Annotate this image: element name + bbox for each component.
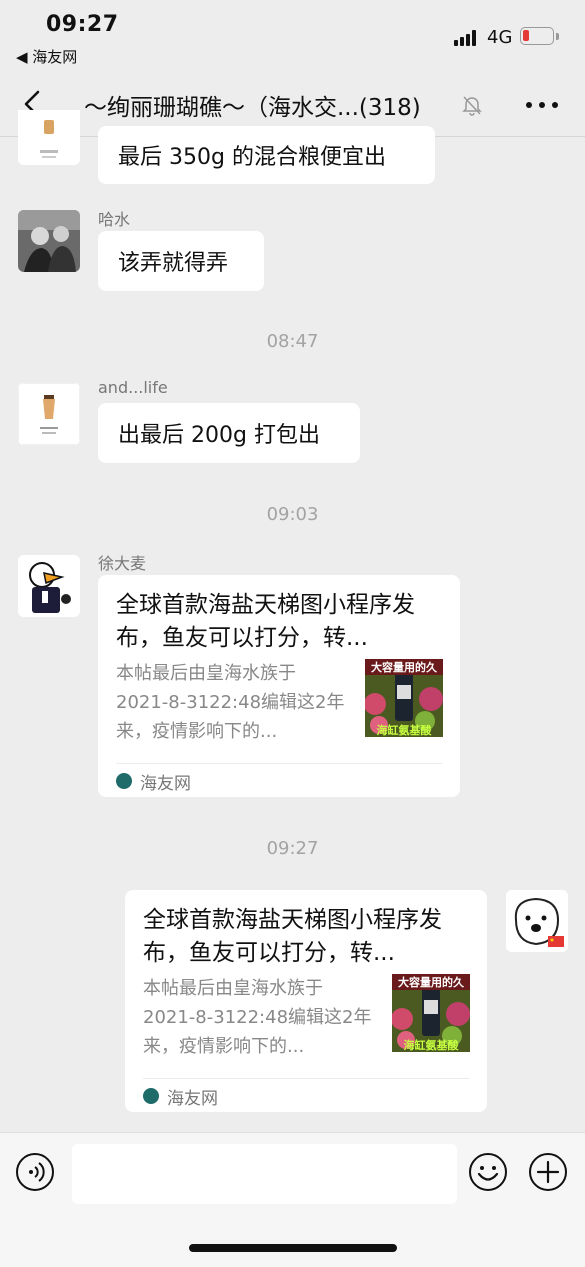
sender-name: 徐大麦 [98,554,147,573]
message-input[interactable] [72,1144,457,1204]
chat-title: ～绚丽珊瑚礁～（海水交...(318) [84,95,421,121]
home-indicator[interactable] [189,1244,397,1252]
smiley-icon [477,1166,499,1181]
link-card[interactable]: 全球首款海盐天梯图小程序发布，鱼友可以打分，转... 本帖最后由皇海水族于202… [125,890,487,1112]
avatar[interactable] [18,555,80,617]
more-button[interactable] [524,95,560,115]
sender-name: 哈水 [98,210,131,229]
thumb-bottom-text: 海缸氨基酸 [377,723,433,737]
message-bubble[interactable]: 最后 350g 的混合粮便宜出 [98,126,435,184]
thumb-bottom-text: 海缸氨基酸 [404,1038,460,1052]
message-bubble[interactable]: 该弄就得弄 [98,231,264,291]
source-logo-icon [116,773,132,789]
thumb-banner-text: 大容量用的久 [371,660,438,674]
voice-button[interactable] [16,1153,54,1191]
plus-icon [536,1160,560,1184]
card-description: 本帖最后由皇海水族于2021-8-3122:48编辑这2年来，疫情影响下的... [143,978,372,1057]
voice-icon [29,1162,45,1182]
network-type: 4G [487,27,513,48]
timestamp: 08:47 [266,331,319,352]
avatar[interactable] [18,383,80,445]
mute-bell-icon [461,94,483,116]
card-source: 海友网 [167,1089,218,1109]
timestamp: 09:03 [266,504,319,525]
plus-button[interactable] [529,1153,567,1191]
card-thumbnail: 大容量用的久 海缸氨基酸 [392,974,470,1052]
emoji-button[interactable] [469,1153,507,1191]
avatar[interactable] [18,210,80,272]
battery-tip [556,33,559,40]
thumb-banner-text: 大容量用的久 [398,975,465,989]
my-avatar[interactable] [506,890,568,952]
status-time: 09:27 [46,12,119,37]
card-divider [143,1078,469,1079]
battery-icon [520,27,554,45]
timestamp: 09:27 [266,838,319,859]
card-divider [116,763,442,764]
card-title: 全球首款海盐天梯图小程序发布，鱼友可以打分，转... [143,907,442,966]
link-card[interactable]: 全球首款海盐天梯图小程序发布，鱼友可以打分，转... 本帖最后由皇海水族于202… [98,575,460,797]
card-title: 全球首款海盐天梯图小程序发布，鱼友可以打分，转... [116,592,415,651]
message-bubble[interactable]: 出最后 200g 打包出 [98,403,360,463]
source-logo-icon [143,1088,159,1104]
card-description: 本帖最后由皇海水族于2021-8-3122:48编辑这2年来，疫情影响下的... [116,663,345,742]
card-thumbnail: 大容量用的久 海缸氨基酸 [365,659,443,737]
card-source: 海友网 [140,774,191,794]
signal-icon [454,30,480,46]
back-to-app-link[interactable]: ◀ 海友网 [16,46,77,67]
sender-name: and...life [98,378,168,397]
avatar[interactable] [18,110,80,165]
